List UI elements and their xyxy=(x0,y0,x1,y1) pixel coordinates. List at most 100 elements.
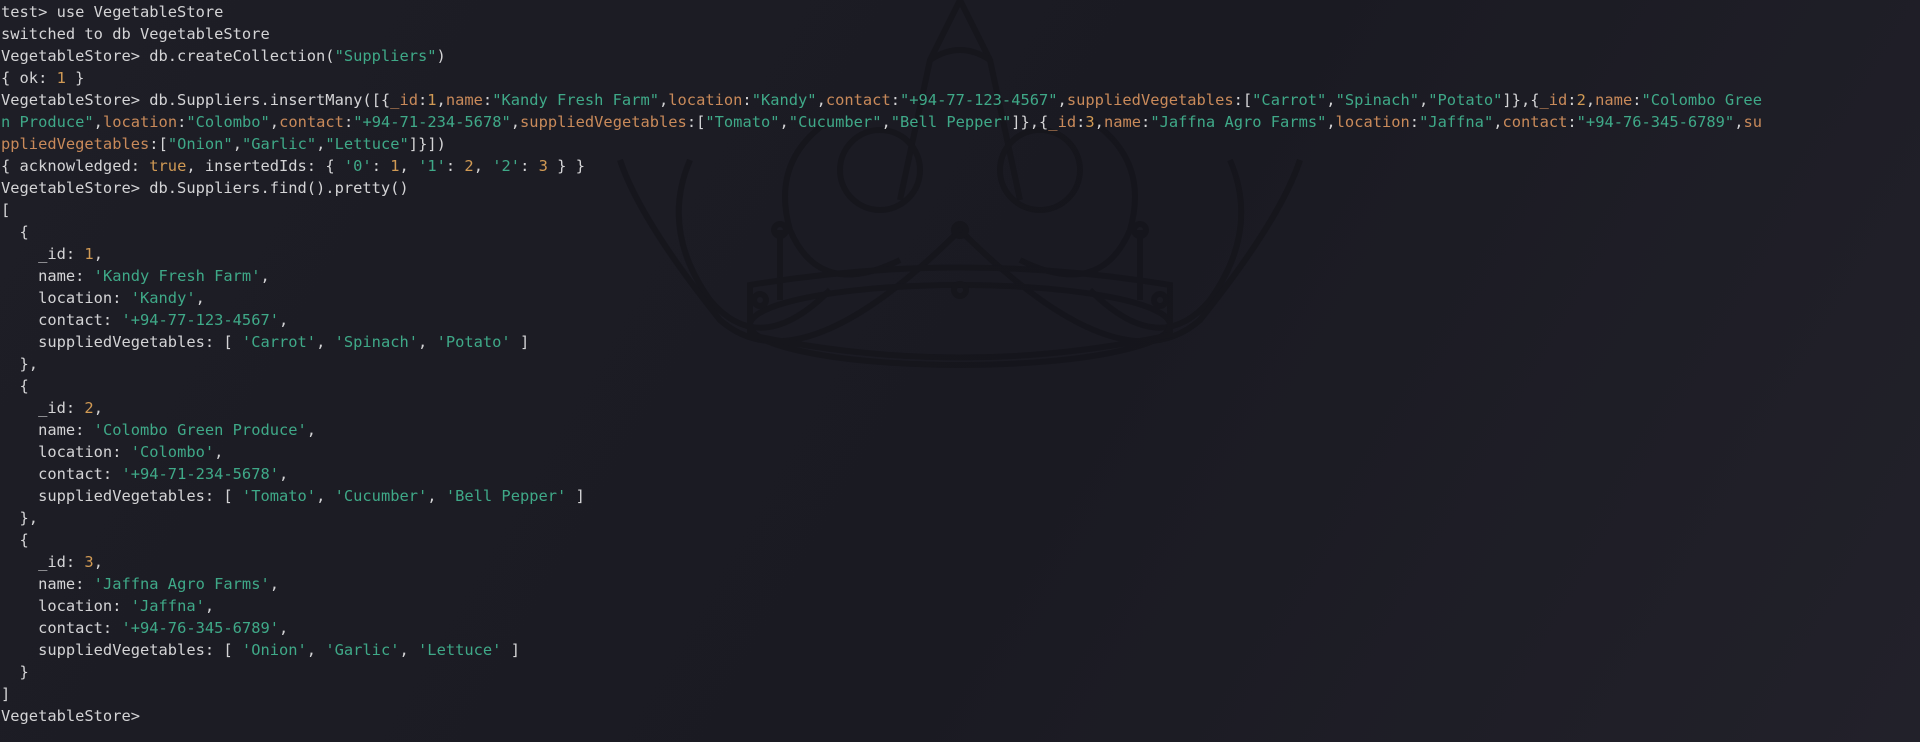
terminal-text: "+94-77-123-4567" xyxy=(900,91,1058,109)
terminal-text: location xyxy=(668,91,743,109)
terminal-text: , xyxy=(1326,113,1336,131)
terminal-text: } xyxy=(65,69,85,87)
terminal-text: 1 xyxy=(427,91,437,109)
terminal-text: , xyxy=(316,333,335,351)
terminal-line: switched to db VegetableStore xyxy=(1,23,1901,45)
text-cursor xyxy=(149,706,150,724)
terminal-text: : xyxy=(1567,113,1577,131)
terminal-text: , xyxy=(93,113,103,131)
terminal-text: 'Jaffna Agro Farms' xyxy=(93,575,270,593)
terminal-text: location: xyxy=(1,443,131,461)
terminal-text: : xyxy=(1076,113,1086,131)
terminal-text: _id xyxy=(1048,113,1077,131)
terminal-text: "+94-76-345-6789" xyxy=(1576,113,1735,131)
terminal-text: "Bell Pepper" xyxy=(890,113,1012,131)
terminal-text: , xyxy=(399,641,419,659)
terminal-line: name: 'Colombo Green Produce', xyxy=(1,419,1901,441)
terminal-text: 3 xyxy=(84,553,94,571)
terminal-text: : xyxy=(890,91,900,109)
terminal-text: switched to db VegetableStore xyxy=(1,25,270,43)
terminal-text: ]}]) xyxy=(408,135,446,153)
terminal-text: 'Cucumber' xyxy=(334,487,428,505)
terminal-text: , xyxy=(306,641,326,659)
terminal-line: _id: 1, xyxy=(1,243,1901,265)
terminal-text: { xyxy=(1,223,29,241)
prompt-line[interactable]: VegetableStore> xyxy=(1,705,1901,727)
terminal-text: , xyxy=(1585,91,1596,109)
terminal-line: contact: '+94-77-123-4567', xyxy=(1,309,1901,331)
terminal-text: name: xyxy=(1,575,94,593)
terminal-text: , xyxy=(93,553,103,571)
terminal-text: , xyxy=(214,443,224,461)
terminal-text: 'Kandy' xyxy=(130,289,196,307)
terminal-text: suppliedVegetables: [ xyxy=(1,641,242,659)
terminal-text: :[ xyxy=(149,135,168,153)
terminal-text: , xyxy=(779,113,789,131)
terminal-text: name xyxy=(1103,113,1142,131)
terminal-text: 'Colombo Green Produce' xyxy=(93,421,307,439)
terminal-line: }, xyxy=(1,507,1901,529)
terminal-text: , xyxy=(93,399,103,417)
terminal-line: _id: 2, xyxy=(1,397,1901,419)
terminal-text: "Onion" xyxy=(167,135,233,153)
terminal-text: , xyxy=(269,575,280,593)
terminal-text: }, xyxy=(1,509,39,527)
terminal-text: :[ xyxy=(686,113,706,131)
terminal-text: name xyxy=(1595,91,1633,109)
terminal-text: { xyxy=(1,377,29,395)
terminal-text: } xyxy=(1,663,29,681)
terminal-text: _id: xyxy=(1,553,85,571)
terminal-text: : xyxy=(1567,91,1577,109)
terminal-text: , xyxy=(510,113,521,131)
terminal-text: ] xyxy=(501,641,520,659)
terminal-text: '2' xyxy=(492,157,521,175)
terminal-text: : xyxy=(1632,91,1642,109)
terminal-text: contact xyxy=(1502,113,1568,131)
terminal-line: VegetableStore> db.createCollection("Sup… xyxy=(1,45,1901,67)
terminal-text: , xyxy=(881,113,891,131)
terminal-line: _id: 3, xyxy=(1,551,1901,573)
terminal-line: location: 'Colombo', xyxy=(1,441,1901,463)
terminal-text: : xyxy=(445,157,465,175)
terminal-text: "+94-71-234-5678" xyxy=(353,113,511,131)
terminal-text: , xyxy=(1493,113,1503,131)
terminal-text: VegetableStore> db.Suppliers.find().pret… xyxy=(1,179,409,197)
terminal-text: 'Colombo' xyxy=(130,443,215,461)
terminal-text: "Tomato" xyxy=(705,113,780,131)
terminal-text: n Produce" xyxy=(1,113,94,131)
terminal-line: { xyxy=(1,529,1901,551)
terminal-text: , xyxy=(260,267,270,285)
terminal-text: , xyxy=(427,487,446,505)
terminal-text: 1 xyxy=(84,245,94,263)
terminal-text: location: xyxy=(1,289,131,307)
terminal-text: : xyxy=(482,91,493,109)
terminal-text: ]},{ xyxy=(1011,113,1049,131)
terminal-text: name: xyxy=(1,267,94,285)
terminal-text: , xyxy=(1418,91,1429,109)
terminal-line: location: 'Jaffna', xyxy=(1,595,1901,617)
terminal-text: ]},{ xyxy=(1502,91,1540,109)
terminal-window[interactable]: test> use VegetableStore switched to db V… xyxy=(0,0,1920,742)
terminal-text: 'Garlic' xyxy=(325,641,400,659)
terminal-line: VegetableStore> db.Suppliers.insertMany(… xyxy=(1,89,1901,111)
terminal-line: { xyxy=(1,221,1901,243)
terminal-text: VegetableStore> db.Suppliers.insertMany(… xyxy=(1,91,391,109)
terminal-text: 2 xyxy=(464,157,474,175)
terminal-text: , xyxy=(658,91,669,109)
terminal-text: : xyxy=(1409,113,1420,131)
terminal-text: "Potato" xyxy=(1428,91,1503,109)
terminal-text: 'Potato' xyxy=(436,333,511,351)
terminal-text: test> use VegetableStore xyxy=(1,3,224,21)
terminal-text: , xyxy=(232,135,242,153)
terminal-text: , xyxy=(1094,113,1104,131)
terminal-text: { ok: xyxy=(1,69,57,87)
terminal-text: "Suppliers" xyxy=(334,47,437,65)
terminal-line: name: 'Kandy Fresh Farm', xyxy=(1,265,1901,287)
terminal-text: ppliedVegetables xyxy=(1,135,150,153)
terminal-text: , xyxy=(306,421,317,439)
terminal-text: ] xyxy=(566,487,585,505)
terminal-line: suppliedVegetables: [ 'Tomato', 'Cucumbe… xyxy=(1,485,1901,507)
terminal-line: }, xyxy=(1,353,1901,375)
terminal-text: , xyxy=(473,157,493,175)
terminal-text: 'Lettuce' xyxy=(418,641,502,659)
